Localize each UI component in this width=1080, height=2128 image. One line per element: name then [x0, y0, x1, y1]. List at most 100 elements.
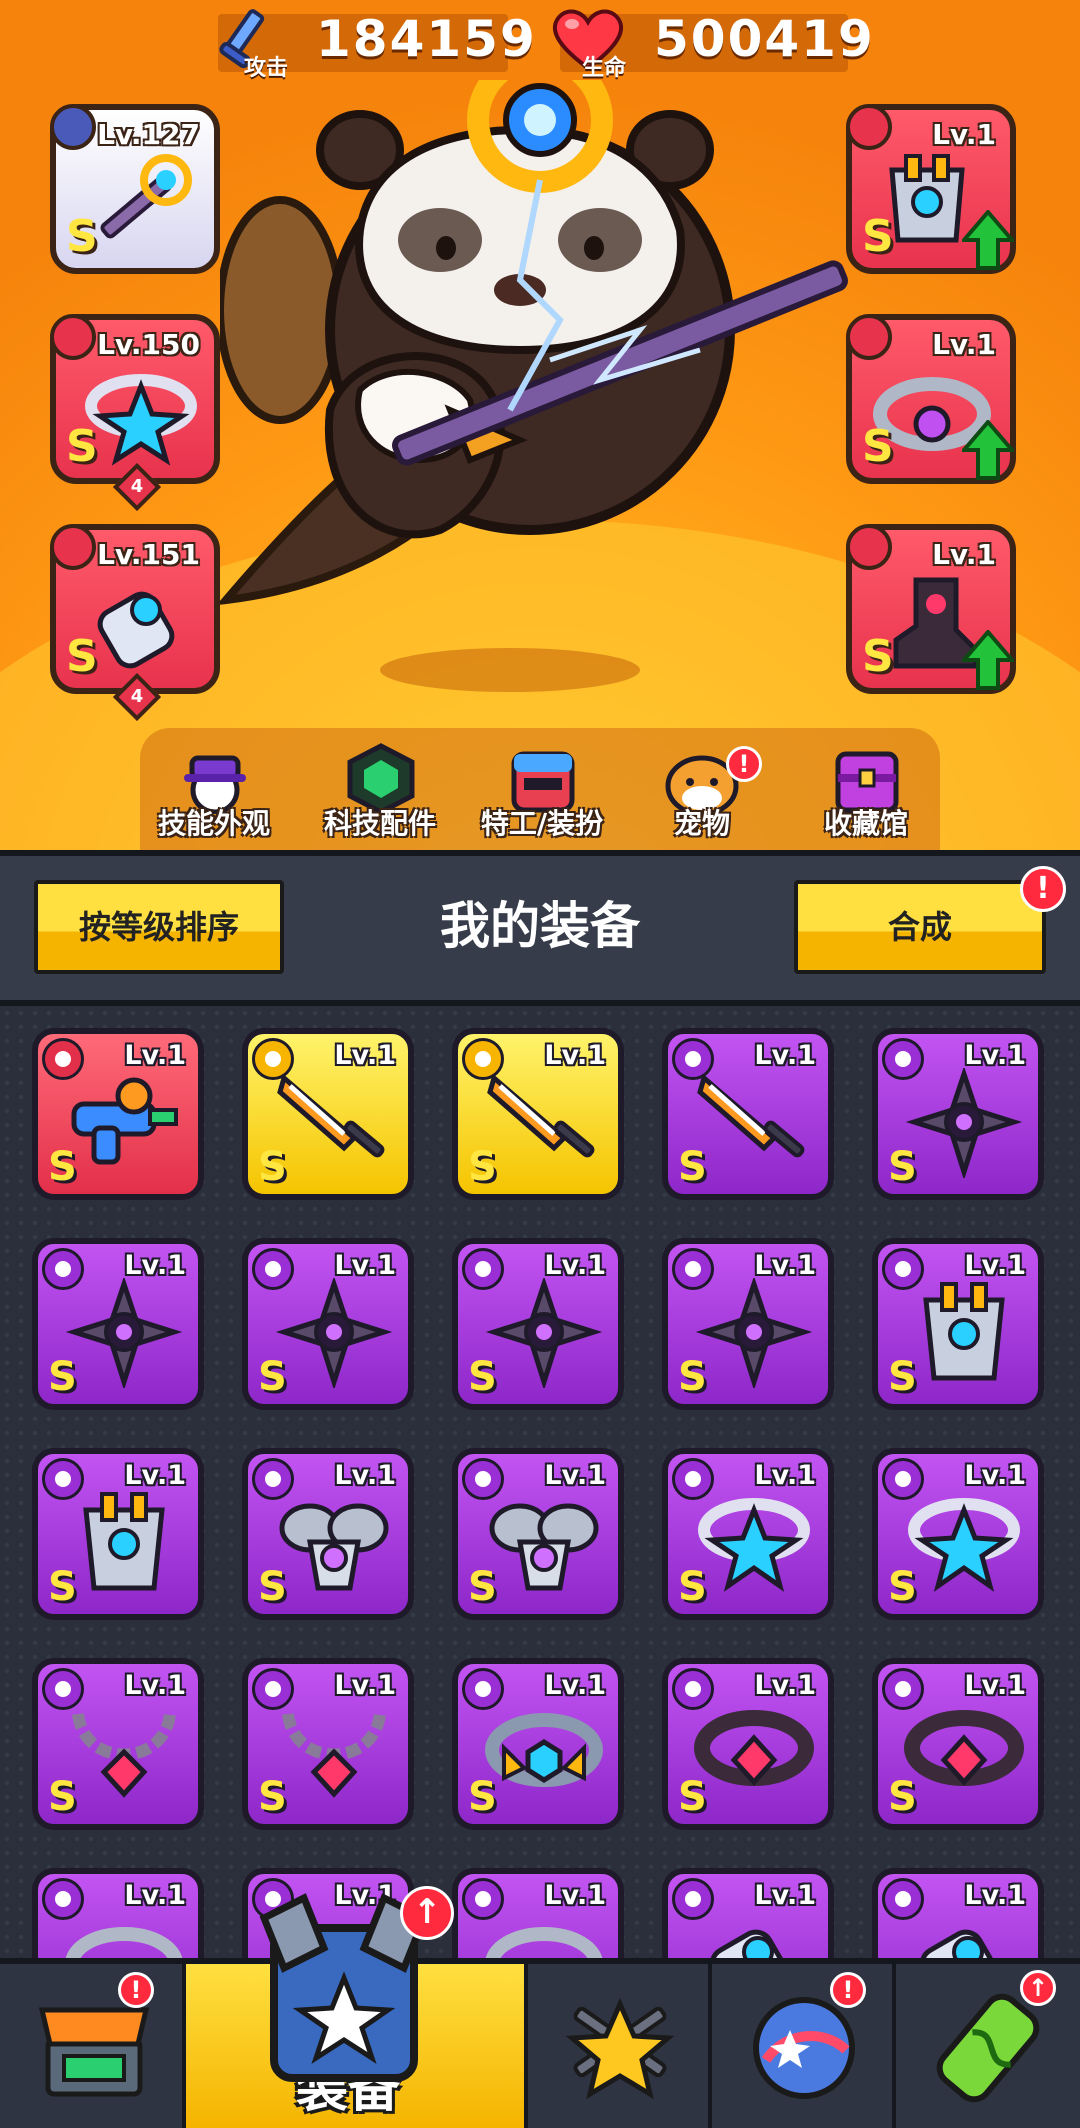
hp-value: 500419: [654, 10, 875, 68]
level-label: Lv.1: [544, 1250, 606, 1281]
nav-gene[interactable]: ↑: [896, 1964, 1080, 2128]
rank-label: S: [468, 1144, 497, 1190]
nav-shop[interactable]: !: [0, 1964, 186, 2128]
level-label: Lv.1: [124, 1250, 186, 1281]
hero-area: 攻击 184159 生命 500419 Lv.127 S Lv.150 S 4 …: [0, 0, 1080, 852]
level-label: Lv.1: [334, 1250, 396, 1281]
hp-label: 生命: [582, 56, 627, 81]
attack-label: 攻击: [244, 56, 289, 81]
rank-label: S: [66, 421, 98, 472]
inventory-item[interactable]: Lv.1 S: [872, 1238, 1044, 1410]
rank-label: S: [888, 1354, 917, 1400]
inventory-item[interactable]: Lv.1S: [242, 1448, 414, 1620]
rank-label: S: [48, 1564, 77, 1610]
inventory-item[interactable]: Lv.1 S: [662, 1658, 834, 1830]
menu-collection[interactable]: 收藏馆: [786, 740, 946, 850]
inventory-item[interactable]: Lv.1S: [32, 1868, 204, 1958]
level-label: Lv.1: [544, 1670, 606, 1701]
rank-label: S: [48, 1144, 77, 1190]
upgrade-arrow-icon: [962, 630, 1014, 690]
menu-agent-outfit[interactable]: 特工/装扮: [462, 740, 622, 850]
inventory-grid: Lv.1 S Lv.1 S Lv.1 S Lv.1 S Lv.1 S Lv.1 S Lv.1 S Lv.1 S…: [0, 1006, 1080, 1958]
rank-label: S: [48, 1354, 77, 1400]
nav-skills[interactable]: [528, 1964, 712, 2128]
rank-label: S: [678, 1144, 707, 1190]
inventory-item[interactable]: Lv.1 S: [32, 1238, 204, 1410]
inventory-item[interactable]: Lv.1S: [452, 1238, 624, 1410]
level-label: Lv.1: [932, 538, 996, 571]
rank-label: S: [66, 631, 98, 682]
level-label: Lv.1: [124, 1670, 186, 1701]
menu-skill-skin[interactable]: 技能外观: [134, 740, 294, 850]
nav-planet[interactable]: !: [712, 1964, 896, 2128]
level-label: Lv.1: [964, 1670, 1026, 1701]
level-label: Lv.1: [334, 1670, 396, 1701]
inventory-item[interactable]: Lv.1S: [662, 1868, 834, 1958]
character-illustration: [216, 47, 860, 704]
equipped-weapon-slot[interactable]: Lv.127 S: [50, 104, 220, 274]
equipped-belt-slot[interactable]: Lv.1 S: [846, 314, 1016, 484]
inventory-item[interactable]: Lv.1 S: [452, 1658, 624, 1830]
inventory-item[interactable]: Lv.1 S: [242, 1238, 414, 1410]
level-label: Lv.1: [334, 1040, 396, 1071]
pet-alert-badge: !: [726, 746, 762, 782]
level-label: Lv.1: [754, 1250, 816, 1281]
level-label: Lv.1: [754, 1040, 816, 1071]
rank-label: S: [258, 1354, 287, 1400]
merge-button[interactable]: 合成: [794, 880, 1046, 974]
rank-label: S: [888, 1564, 917, 1610]
equipped-necklace-slot[interactable]: Lv.150 S: [50, 314, 220, 484]
inventory-item[interactable]: Lv.1S: [662, 1238, 834, 1410]
upgrade-arrow-icon: [962, 210, 1014, 270]
rank-label: S: [258, 1774, 287, 1820]
inventory-item[interactable]: Lv.1 S: [452, 1028, 624, 1200]
gauntlet-icon: [97, 591, 175, 669]
level-label: Lv.1: [124, 1040, 186, 1071]
level-label: Lv.1: [964, 1880, 1026, 1911]
upgrade-arrow-icon: [962, 420, 1014, 480]
inventory-item[interactable]: Lv.1 S: [242, 1658, 414, 1830]
gene-upgrade-badge: ↑: [1020, 1970, 1056, 2006]
equipped-glove-slot[interactable]: Lv.151 S: [50, 524, 220, 694]
attack-value: 184159: [316, 10, 537, 68]
level-label: Lv.1: [334, 1460, 396, 1491]
menu-pet[interactable]: ! 宠物: [622, 740, 782, 850]
inventory-item[interactable]: Lv.1S: [872, 1868, 1044, 1958]
inventory-item[interactable]: Lv.1 S: [662, 1028, 834, 1200]
boots-category-icon: [846, 524, 892, 570]
level-label: Lv.127: [97, 118, 200, 151]
inventory-item[interactable]: Lv.1S: [242, 1028, 414, 1200]
inventory-item[interactable]: Lv.1S: [452, 1868, 624, 1958]
level-label: Lv.1: [754, 1460, 816, 1491]
inventory-item[interactable]: Lv.1 S: [32, 1028, 204, 1200]
inventory-item[interactable]: Lv.1S: [452, 1448, 624, 1620]
rank-label: S: [862, 631, 894, 682]
level-label: Lv.1: [754, 1670, 816, 1701]
rank-label: S: [678, 1774, 707, 1820]
glove-category-icon: [50, 524, 96, 570]
level-label: Lv.1: [124, 1880, 186, 1911]
equipped-boots-slot[interactable]: Lv.1 S: [846, 524, 1016, 694]
inventory-item[interactable]: Lv.1S: [872, 1658, 1044, 1830]
inventory-item[interactable]: Lv.1 S: [872, 1448, 1044, 1620]
inventory-item[interactable]: Lv.1S: [872, 1028, 1044, 1200]
rank-label: S: [48, 1774, 77, 1820]
inventory-item[interactable]: Lv.1S: [32, 1448, 204, 1620]
rank-label: S: [66, 211, 98, 262]
rank-label: S: [678, 1564, 707, 1610]
inventory-item[interactable]: Lv.1 S: [32, 1658, 204, 1830]
weapon-category-icon: [50, 104, 96, 150]
rank-label: S: [468, 1774, 497, 1820]
level-label: Lv.1: [964, 1460, 1026, 1491]
level-label: Lv.151: [97, 538, 200, 571]
level-label: Lv.1: [932, 328, 996, 361]
inventory-item[interactable]: Lv.1 S: [662, 1448, 834, 1620]
equipped-armor-slot[interactable]: Lv.1 S: [846, 104, 1016, 274]
rank-label: S: [862, 421, 894, 472]
menu-tech-parts[interactable]: 科技配件: [300, 740, 460, 850]
level-label: Lv.1: [544, 1040, 606, 1071]
level-label: Lv.150: [97, 328, 200, 361]
sort-by-level-button[interactable]: 按等级排序: [34, 880, 284, 974]
level-label: Lv.1: [964, 1250, 1026, 1281]
level-label: Lv.1: [544, 1880, 606, 1911]
